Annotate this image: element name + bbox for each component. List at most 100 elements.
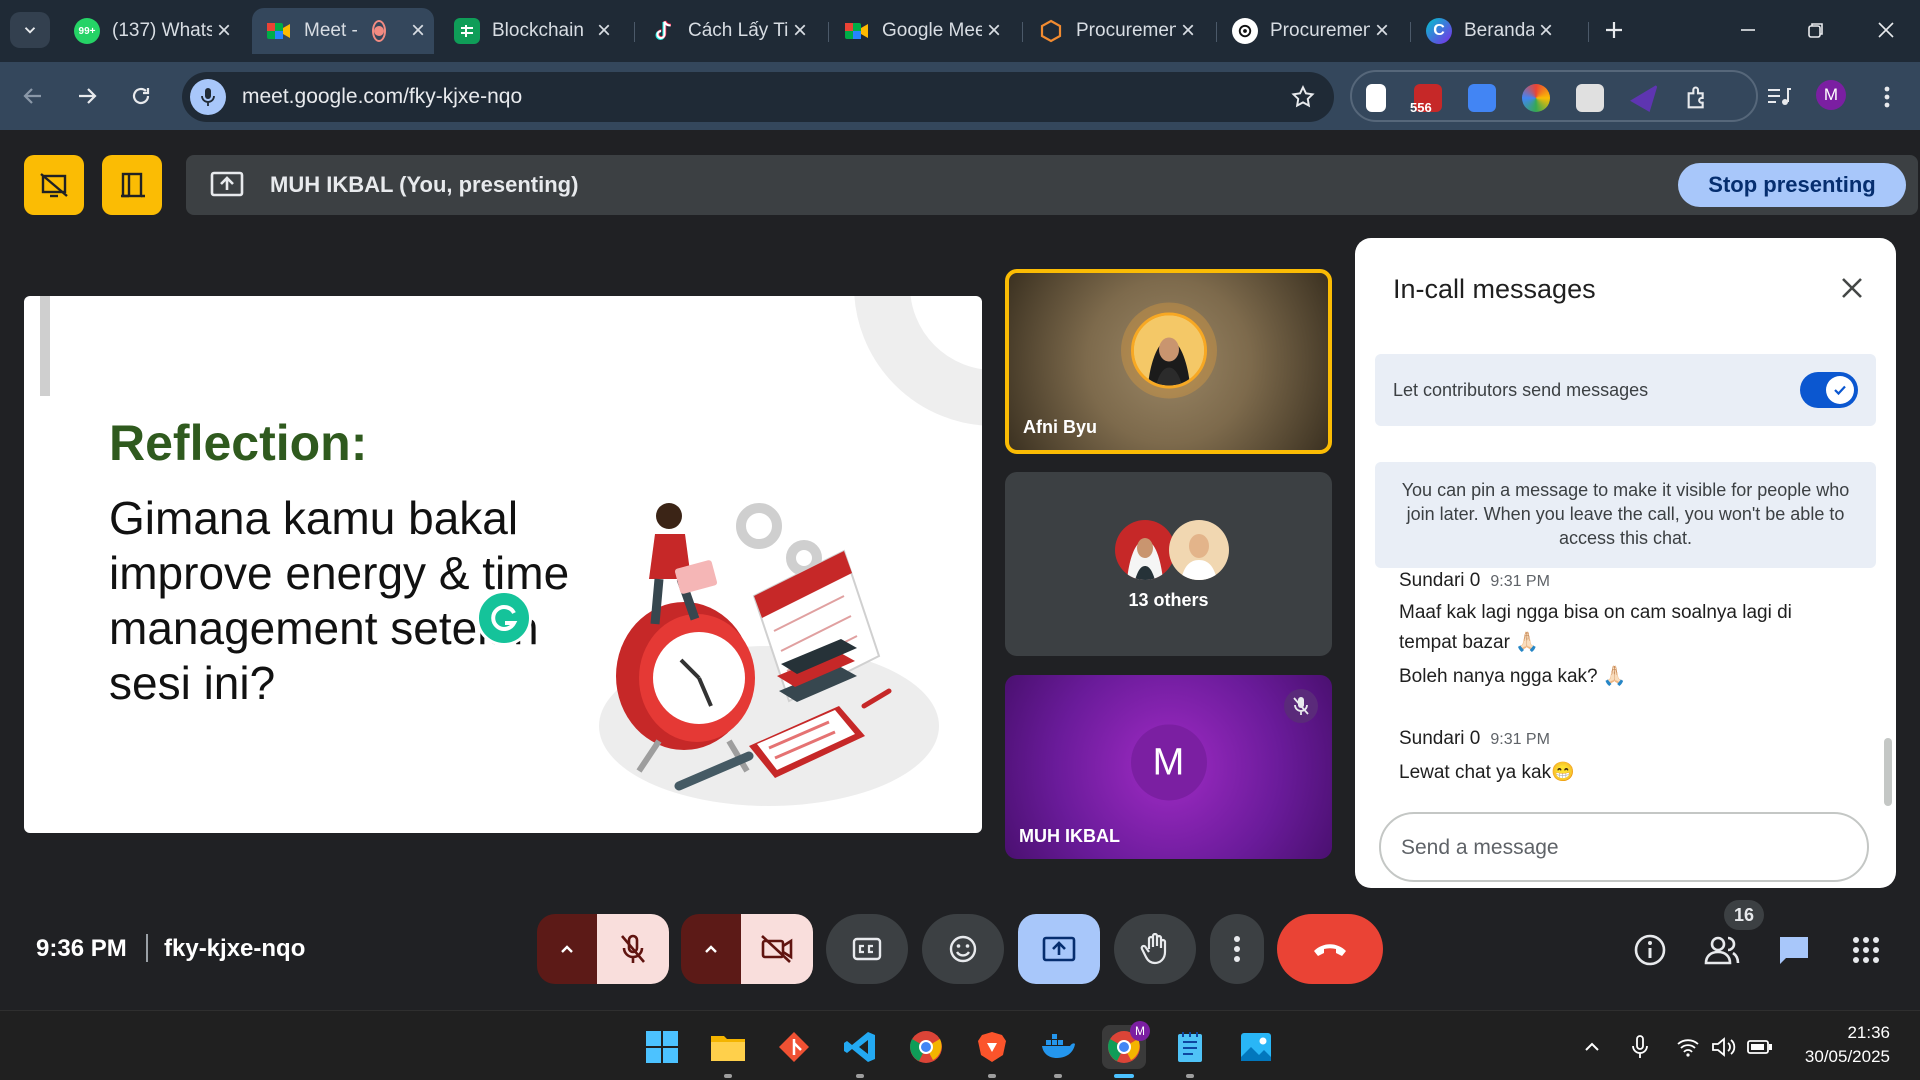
layout-button[interactable] bbox=[102, 155, 162, 215]
brave-app[interactable] bbox=[970, 1025, 1014, 1078]
tab-procurement-1[interactable]: Procurement × bbox=[1024, 8, 1214, 54]
wifi-icon[interactable] bbox=[1674, 1033, 1702, 1061]
color-picker-extension-icon[interactable] bbox=[1522, 84, 1550, 112]
tab-tiktok[interactable]: Cách Lấy Tiền × bbox=[636, 8, 826, 54]
turn-off-camera-button[interactable] bbox=[741, 914, 813, 984]
leave-call-button[interactable] bbox=[1277, 914, 1383, 984]
microphone-control bbox=[537, 914, 669, 984]
system-clock[interactable]: 21:36 30/05/2025 bbox=[1805, 1021, 1890, 1069]
minimize-button[interactable] bbox=[1730, 12, 1766, 48]
git-icon bbox=[779, 1032, 809, 1062]
hexagon-icon bbox=[1038, 18, 1064, 44]
git-app[interactable] bbox=[772, 1025, 816, 1069]
tab-title: Procurement bbox=[1076, 20, 1176, 41]
chevron-up-icon bbox=[705, 945, 717, 953]
people-button[interactable] bbox=[1702, 930, 1742, 970]
url-text[interactable]: meet.google.com/fky-kjxe-nqo bbox=[242, 85, 1290, 109]
chrome-menu-button[interactable] bbox=[1870, 80, 1904, 114]
close-icon[interactable]: × bbox=[406, 17, 430, 45]
translate-extension-icon[interactable] bbox=[1468, 84, 1496, 112]
clock-date: 30/05/2025 bbox=[1804, 1047, 1890, 1066]
hide-presentation-button[interactable] bbox=[24, 155, 84, 215]
close-icon[interactable]: × bbox=[212, 17, 236, 45]
grammarly-icon[interactable] bbox=[476, 590, 532, 646]
puzzle-icon[interactable] bbox=[1684, 84, 1712, 112]
meeting-details-button[interactable] bbox=[1630, 930, 1670, 970]
pin-layout-icon bbox=[121, 172, 145, 198]
star-icon[interactable] bbox=[1290, 84, 1316, 110]
slide-decoration-arc bbox=[854, 296, 982, 426]
hang-up-icon bbox=[1314, 944, 1346, 956]
close-icon[interactable]: × bbox=[1534, 17, 1558, 45]
audio-options-button[interactable] bbox=[537, 914, 597, 984]
tab-whatsapp[interactable]: 99+ (137) WhatsApp × bbox=[60, 8, 250, 54]
volume-icon[interactable] bbox=[1710, 1033, 1738, 1061]
chat-button[interactable] bbox=[1774, 930, 1814, 970]
tab-title: Cách Lấy Tiền bbox=[688, 20, 788, 41]
kebab-menu-icon bbox=[1234, 936, 1240, 962]
message-text: Boleh nanya ngga kak? 🙏🏻 bbox=[1399, 666, 1627, 687]
notes-extension-icon[interactable] bbox=[1366, 84, 1386, 112]
present-screen-button[interactable] bbox=[1018, 914, 1100, 984]
back-button[interactable] bbox=[14, 77, 52, 115]
shopping-extension-icon[interactable]: 556 bbox=[1410, 84, 1442, 115]
forward-button[interactable] bbox=[68, 77, 106, 115]
media-control-icon[interactable] bbox=[1762, 80, 1796, 114]
file-explorer-app[interactable] bbox=[706, 1025, 750, 1078]
mic-off-icon bbox=[1284, 689, 1318, 723]
close-icon[interactable]: × bbox=[1370, 17, 1394, 45]
tab-blockchain[interactable]: Blockchain × bbox=[440, 8, 630, 54]
restore-button[interactable] bbox=[1798, 12, 1834, 48]
send-extension-icon[interactable] bbox=[1630, 84, 1658, 112]
tab-title: Blockchain bbox=[492, 20, 584, 41]
running-indicator bbox=[988, 1074, 996, 1078]
reload-button[interactable] bbox=[122, 77, 160, 115]
profile-avatar[interactable]: M bbox=[1816, 80, 1846, 110]
chrome-app[interactable] bbox=[904, 1025, 948, 1069]
close-panel-button[interactable] bbox=[1836, 272, 1868, 304]
tab-meet[interactable]: Meet - fky-kjxe-nqo × bbox=[252, 8, 434, 54]
tab-canva[interactable]: C Beranda - Canva × bbox=[1412, 8, 1572, 54]
video-options-button[interactable] bbox=[681, 914, 741, 984]
close-icon[interactable]: × bbox=[592, 17, 616, 45]
close-icon[interactable]: × bbox=[982, 17, 1006, 45]
address-bar[interactable]: meet.google.com/fky-kjxe-nqo bbox=[182, 72, 1334, 122]
more-options-button[interactable] bbox=[1210, 914, 1264, 984]
notepad-app[interactable] bbox=[1168, 1025, 1212, 1078]
close-icon[interactable]: × bbox=[788, 17, 812, 45]
contributors-toggle[interactable] bbox=[1800, 372, 1858, 408]
tab-procurement-2[interactable]: Procurement × bbox=[1218, 8, 1408, 54]
tab-google-meet[interactable]: Google Meet × bbox=[830, 8, 1020, 54]
reactions-button[interactable] bbox=[922, 914, 1004, 984]
restore-icon bbox=[1808, 23, 1823, 38]
chrome-profile-app[interactable]: M bbox=[1102, 1021, 1150, 1078]
close-window-button[interactable] bbox=[1868, 12, 1904, 48]
tab-search-button[interactable] bbox=[10, 12, 50, 48]
vscode-app[interactable] bbox=[838, 1025, 882, 1078]
show-hidden-icons-button[interactable] bbox=[1578, 1033, 1606, 1061]
canva-icon: C bbox=[1426, 18, 1452, 44]
tab-separator bbox=[1588, 22, 1589, 42]
docker-app[interactable] bbox=[1036, 1025, 1080, 1078]
photos-app[interactable] bbox=[1234, 1025, 1278, 1069]
time-management-illustration: January bbox=[599, 503, 939, 806]
new-tab-button[interactable] bbox=[1596, 12, 1632, 48]
microphone-icon[interactable] bbox=[190, 79, 226, 115]
participant-tile-self[interactable]: M MUH IKBAL bbox=[1005, 675, 1332, 859]
windows-start-button[interactable] bbox=[640, 1025, 684, 1069]
activities-button[interactable] bbox=[1846, 930, 1886, 970]
participant-tile-others[interactable]: 13 others bbox=[1005, 472, 1332, 656]
avatar bbox=[1120, 301, 1217, 398]
microphone-tray-icon[interactable] bbox=[1626, 1033, 1654, 1061]
screenshot-extension-icon[interactable] bbox=[1576, 84, 1604, 112]
stop-presenting-button[interactable]: Stop presenting bbox=[1678, 163, 1906, 207]
battery-icon[interactable] bbox=[1746, 1033, 1774, 1061]
mute-microphone-button[interactable] bbox=[597, 914, 669, 984]
chat-scrollbar[interactable] bbox=[1884, 738, 1892, 806]
captions-button[interactable] bbox=[826, 914, 908, 984]
send-message-input[interactable] bbox=[1401, 832, 1801, 864]
raise-hand-button[interactable] bbox=[1114, 914, 1196, 984]
close-icon[interactable]: × bbox=[1176, 17, 1200, 45]
participant-tile-afni[interactable]: Afni Byu bbox=[1005, 269, 1332, 454]
docker-whale-icon bbox=[1042, 1034, 1075, 1058]
